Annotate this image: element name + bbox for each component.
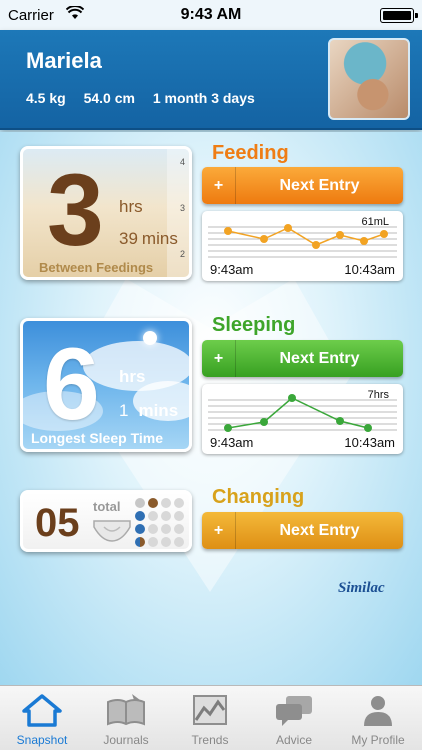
tab-my-profile-label: My Profile <box>351 733 405 747</box>
feeding-graph-value: 61mL <box>361 216 389 228</box>
tab-journals-label: Journals <box>103 733 149 747</box>
tab-snapshot-label: Snapshot <box>16 733 68 747</box>
sleeping-next-entry-label: Next Entry <box>279 350 360 367</box>
sleeping-graph[interactable]: 7hrs 9:43am 10:43am <box>202 384 403 454</box>
changing-summary-tile[interactable]: 05 total <box>20 490 192 552</box>
feeding-next-entry-button[interactable]: + Next Entry <box>202 167 403 204</box>
changing-next-entry-button[interactable]: + Next Entry <box>202 512 403 549</box>
tab-advice[interactable]: Advice <box>252 686 336 750</box>
baby-photo[interactable] <box>328 38 410 120</box>
sleeping-mins-label: mins <box>138 401 179 420</box>
status-bar: Carrier 9:43 AM <box>0 0 422 30</box>
sleeping-hours-number: 6 <box>43 327 100 441</box>
feeding-graph[interactable]: 61mL 9:43am 10:43am <box>202 211 403 281</box>
tab-journals[interactable]: Journals <box>84 686 168 750</box>
baby-stats: 4.5 kg 54.0 cm 1 month 3 days <box>26 90 269 106</box>
sleeping-caption: Longest Sleep Time <box>31 430 163 446</box>
tab-trends-label: Trends <box>191 733 229 747</box>
sleeping-mins-value: 1 <box>119 401 129 420</box>
sleeping-summary-tile[interactable]: 6 hrs 1 mins Longest Sleep Time <box>20 318 192 452</box>
plus-icon: + <box>202 512 236 549</box>
clock: 9:43 AM <box>180 6 242 23</box>
snapshot-panel: 4 3 2 3 hrs 39 mins Between Feedings Feed… <box>0 132 422 685</box>
tab-trends[interactable]: Trends <box>168 686 252 750</box>
weight-value: 4.5 kg <box>26 90 66 106</box>
person-icon <box>364 696 392 726</box>
plus-icon: + <box>202 167 236 204</box>
trends-icon <box>193 695 227 725</box>
sleeping-graph-end-time: 10:43am <box>344 435 395 450</box>
tab-bar: Snapshot Journals Trends Advice My Profi… <box>0 685 422 750</box>
moon-icon <box>143 331 157 345</box>
tab-my-profile[interactable]: My Profile <box>336 686 420 750</box>
plus-icon: + <box>202 340 236 377</box>
sleeping-mins: 1 mins <box>119 401 178 421</box>
changing-count: 05 <box>35 501 80 545</box>
changing-dots <box>135 498 184 547</box>
sleeping-hrs-label: hrs <box>119 367 146 386</box>
chat-bubbles-icon <box>276 696 312 726</box>
tab-advice-label: Advice <box>275 733 313 747</box>
feeding-hrs-label: hrs <box>119 197 143 216</box>
profile-header[interactable]: Mariela 4.5 kg 54.0 cm 1 month 3 days <box>0 30 422 130</box>
sleeping-graph-value: 7hrs <box>367 389 389 401</box>
sleeping-next-entry-button[interactable]: + Next Entry <box>202 340 403 377</box>
feeding-mins-label: mins <box>141 229 178 248</box>
feeding-summary-tile[interactable]: 4 3 2 3 hrs 39 mins Between Feedings <box>20 146 192 280</box>
baby-name: Mariela <box>26 48 102 73</box>
changing-next-entry-label: Next Entry <box>279 522 360 539</box>
bottle-scale: 4 3 2 <box>167 149 189 277</box>
similac-logo[interactable]: Similac <box>338 580 385 597</box>
feeding-mins-value: 39 <box>119 229 138 248</box>
feeding-next-entry-label: Next Entry <box>279 177 360 194</box>
age-value: 1 month 3 days <box>152 90 255 106</box>
battery-icon <box>380 8 418 23</box>
sleeping-title: Sleeping <box>212 314 296 336</box>
home-icon <box>22 694 62 727</box>
length-value: 54.0 cm <box>83 90 135 106</box>
changing-title: Changing <box>212 486 305 508</box>
feeding-mins: 39 mins <box>119 229 178 249</box>
feeding-title: Feeding <box>212 142 289 164</box>
tab-snapshot[interactable]: Snapshot <box>0 686 84 750</box>
diaper-icon <box>93 520 131 542</box>
feeding-hours-number: 3 <box>47 153 104 267</box>
sleeping-graph-start-time: 9:43am <box>210 435 254 450</box>
feeding-graph-start-time: 9:43am <box>210 262 254 277</box>
journal-icon <box>107 694 145 726</box>
feeding-graph-end-time: 10:43am <box>344 262 395 277</box>
feeding-caption: Between Feedings <box>39 260 154 275</box>
